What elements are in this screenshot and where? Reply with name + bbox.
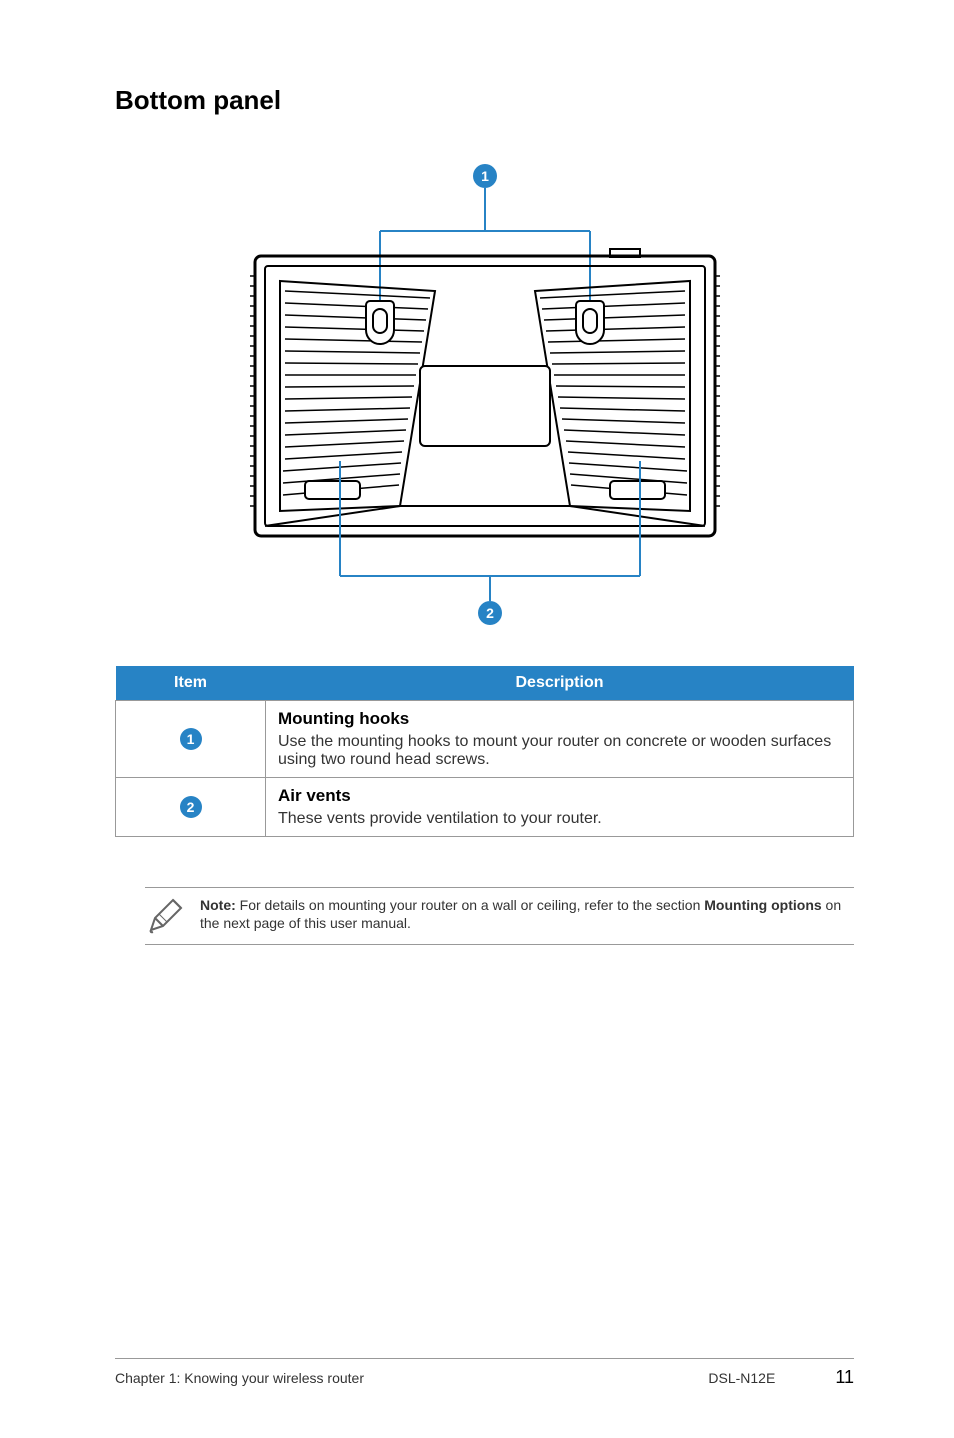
table-header-description: Description bbox=[266, 666, 854, 701]
row-body: These vents provide ventilation to your … bbox=[278, 810, 841, 828]
note-section: Note: For details on mounting your route… bbox=[145, 887, 854, 945]
diagram-callout-1: 1 bbox=[481, 168, 489, 184]
item-badge-2: 2 bbox=[180, 796, 202, 818]
table-row: 1 Mounting hooks Use the mounting hooks … bbox=[116, 701, 854, 778]
description-table: Item Description 1 Mounting hooks Use th… bbox=[115, 666, 854, 837]
page-heading: Bottom panel bbox=[115, 85, 854, 116]
mounting-hook-right bbox=[576, 301, 604, 344]
table-row: 2 Air vents These vents provide ventilat… bbox=[116, 778, 854, 837]
pencil-icon bbox=[145, 896, 185, 936]
row-title: Air vents bbox=[278, 786, 841, 806]
mounting-hook-left bbox=[366, 301, 394, 344]
footer-chapter: Chapter 1: Knowing your wireless router bbox=[115, 1370, 364, 1386]
row-title: Mounting hooks bbox=[278, 709, 841, 729]
footer-model: DSL-N12E bbox=[708, 1370, 775, 1386]
diagram-callout-2: 2 bbox=[486, 605, 494, 621]
diagram-container: 1 bbox=[115, 156, 854, 626]
item-badge-1: 1 bbox=[180, 728, 202, 750]
footer-page-number: 11 bbox=[835, 1367, 854, 1388]
row-body: Use the mounting hooks to mount your rou… bbox=[278, 733, 841, 769]
note-body-1: For details on mounting your router on a… bbox=[236, 897, 704, 913]
page-footer: Chapter 1: Knowing your wireless router … bbox=[115, 1358, 854, 1388]
note-bold-section: Mounting options bbox=[704, 897, 821, 913]
bottom-panel-diagram: 1 bbox=[225, 156, 745, 626]
note-prefix: Note: bbox=[200, 897, 236, 913]
note-text: Note: For details on mounting your route… bbox=[200, 896, 854, 932]
table-header-item: Item bbox=[116, 666, 266, 701]
